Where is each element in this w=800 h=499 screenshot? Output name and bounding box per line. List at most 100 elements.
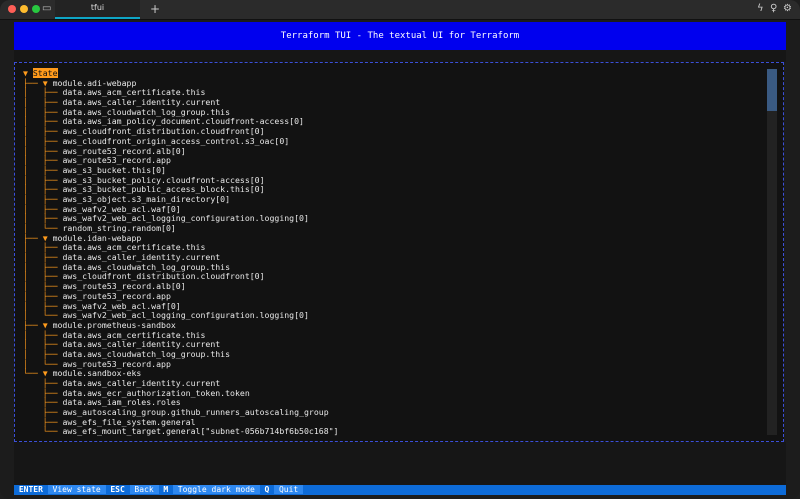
tree-guide: ├── xyxy=(23,387,63,398)
resource-label: aws_cloudfront_distribution.cloudfront[0… xyxy=(62,126,265,137)
tree-guide: │ ├── xyxy=(23,184,63,195)
resource-label: data.aws_acm_certificate.this xyxy=(62,242,206,253)
gear-icon[interactable]: ⚙ xyxy=(783,3,792,14)
key-bindings-footer: ENTER View state ESC Back M Toggle dark … xyxy=(14,485,786,495)
terminal-tab-bar: ▭ tfui + ϟ ♀ ⚙ xyxy=(0,0,800,20)
tree-guide: │ ├── xyxy=(23,116,63,127)
resource-label: aws_efs_file_system.general xyxy=(62,416,196,427)
resource-label: data.aws_cloudwatch_log_group.this xyxy=(62,106,231,117)
tree-guide: │ ├── xyxy=(23,193,63,204)
tree-guide: │ └── xyxy=(23,358,63,369)
module-label: module.prometheus-sandbox xyxy=(52,319,176,330)
resource-label: aws_cloudfront_origin_access_control.s3_… xyxy=(62,135,290,146)
tree-guide: │ ├── xyxy=(23,300,63,311)
resource-label: aws_wafv2_web_acl_logging_configuration.… xyxy=(62,213,309,224)
resource-label: aws_cloudfront_distribution.cloudfront[0… xyxy=(62,271,265,282)
header-spacer xyxy=(14,50,786,62)
tree-guide: │ ├── xyxy=(23,145,63,156)
tree-guide: │ ├── xyxy=(23,97,63,108)
tab-title: tfui xyxy=(90,3,105,12)
tree-scrollbar[interactable] xyxy=(767,69,777,435)
resource-label: data.aws_iam_policy_document.cloudfront-… xyxy=(62,116,304,127)
tree-guide: │ ├── xyxy=(23,155,63,166)
resource-label: data.aws_cloudwatch_log_group.this xyxy=(62,348,231,359)
tree-guide: │ └── xyxy=(23,310,63,321)
tree-guide: │ ├── xyxy=(23,271,63,282)
resource-label: aws_route53_record.app xyxy=(62,290,171,301)
resource-label: aws_route53_record.alb[0] xyxy=(62,145,186,156)
tree-guide: │ ├── xyxy=(23,174,63,185)
app-header: Terraform TUI - The textual UI for Terra… xyxy=(14,22,786,50)
footer-key-m: M xyxy=(158,485,173,494)
tree-guide: │ ├── xyxy=(23,213,63,224)
bolt-icon[interactable]: ϟ xyxy=(757,3,764,14)
expand-arrow-icon[interactable]: ▼ xyxy=(43,320,53,330)
minimize-window-button[interactable] xyxy=(20,5,28,13)
tree-guide: │ ├── xyxy=(23,203,63,214)
tree-guide: ├── xyxy=(23,407,63,418)
tree-root-label: State xyxy=(32,68,58,78)
module-label: module.idan-webapp xyxy=(52,232,142,243)
resource-label: data.aws_caller_identity.current xyxy=(62,339,221,350)
state-tree-panel[interactable]: ▼ State ├── ▼ module.adi-webapp │ ├── data… xyxy=(14,62,784,442)
tree-guide: ├── xyxy=(23,416,63,427)
footer-action-toggle-dark-mode[interactable]: Toggle dark mode xyxy=(172,485,260,494)
expand-arrow-icon[interactable]: ▼ xyxy=(43,368,53,378)
tree-guide: │ ├── xyxy=(23,106,63,117)
active-tab-indicator xyxy=(55,17,140,19)
tree-guide: │ ├── xyxy=(23,329,63,340)
maximize-window-button[interactable] xyxy=(32,5,40,13)
resource-label: data.aws_cloudwatch_log_group.this xyxy=(62,261,231,272)
tree-guide: │ ├── xyxy=(23,164,63,175)
tree-guide: │ ├── xyxy=(23,126,63,137)
scrollbar-thumb[interactable] xyxy=(767,69,777,111)
resource-label: data.aws_caller_identity.current xyxy=(62,252,221,263)
tree-guide: │ ├── xyxy=(23,242,63,253)
lightbulb-icon[interactable]: ♀ xyxy=(770,3,777,14)
close-window-button[interactable] xyxy=(8,5,16,13)
resource-label: aws_autoscaling_group.github_runners_aut… xyxy=(62,407,329,418)
tree-resource-row[interactable]: └── aws_efs_mount_target.general["subnet… xyxy=(23,427,767,437)
footer-key-enter: ENTER xyxy=(14,485,48,494)
module-label: module.adi-webapp xyxy=(52,77,137,88)
resource-label: data.aws_acm_certificate.this xyxy=(62,87,206,98)
resource-label: random_string.random[0] xyxy=(62,223,176,233)
terminal-window: ▭ tfui + ϟ ♀ ⚙ Terraform TUI - The textu… xyxy=(0,0,800,499)
footer-key-esc: ESC xyxy=(105,485,130,494)
resource-label: aws_s3_object.s3_main_directory[0] xyxy=(62,193,231,204)
resource-label: aws_s3_bucket_public_access_block.this[0… xyxy=(62,184,265,195)
state-tree[interactable]: ▼ State ├── ▼ module.adi-webapp │ ├── data… xyxy=(23,68,767,437)
tree-guide: │ ├── xyxy=(23,135,63,146)
bottom-spacer xyxy=(14,442,786,485)
tree-guide: │ ├── xyxy=(23,87,63,98)
module-label: module.sandbox-eks xyxy=(52,368,142,379)
resource-label: aws_efs_mount_target.general["subnet-056… xyxy=(62,426,339,437)
terminal-tab[interactable]: tfui xyxy=(55,0,140,19)
tree-guide: └── xyxy=(23,426,63,437)
resource-label: data.aws_acm_certificate.this xyxy=(62,329,206,340)
tree-guide: │ └── xyxy=(23,223,63,233)
tree-guide: │ ├── xyxy=(23,339,63,350)
tree-guide: ├── xyxy=(23,378,63,388)
resource-label: aws_route53_record.app xyxy=(62,155,171,166)
tree-guide: │ ├── xyxy=(23,348,63,359)
tree-guide: ├── xyxy=(23,77,43,88)
new-tab-button[interactable]: + xyxy=(150,2,160,16)
tree-guide: └── xyxy=(23,368,43,379)
tree-guide: ├── xyxy=(23,232,43,243)
resource-label: aws_wafv2_web_acl.waf[0] xyxy=(62,203,181,214)
footer-action-back[interactable]: Back xyxy=(129,485,159,494)
tree-guide: │ ├── xyxy=(23,290,63,301)
resource-label: aws_s3_bucket_policy.cloudfront-access[0… xyxy=(62,174,265,185)
resource-label: aws_s3_bucket.this[0] xyxy=(62,164,166,175)
expand-arrow-icon[interactable]: ▼ xyxy=(43,233,53,243)
tree-guide: │ ├── xyxy=(23,261,63,272)
footer-action-quit[interactable]: Quit xyxy=(274,485,304,494)
resource-label: data.aws_caller_identity.current xyxy=(62,97,221,108)
expand-arrow-icon[interactable]: ▼ xyxy=(43,78,53,88)
tree-guide: │ ├── xyxy=(23,281,63,292)
window-icon[interactable]: ▭ xyxy=(42,3,51,14)
tree-guide: │ ├── xyxy=(23,252,63,263)
footer-action-view-state[interactable]: View state xyxy=(47,485,106,494)
expand-arrow-icon[interactable]: ▼ xyxy=(23,68,33,78)
